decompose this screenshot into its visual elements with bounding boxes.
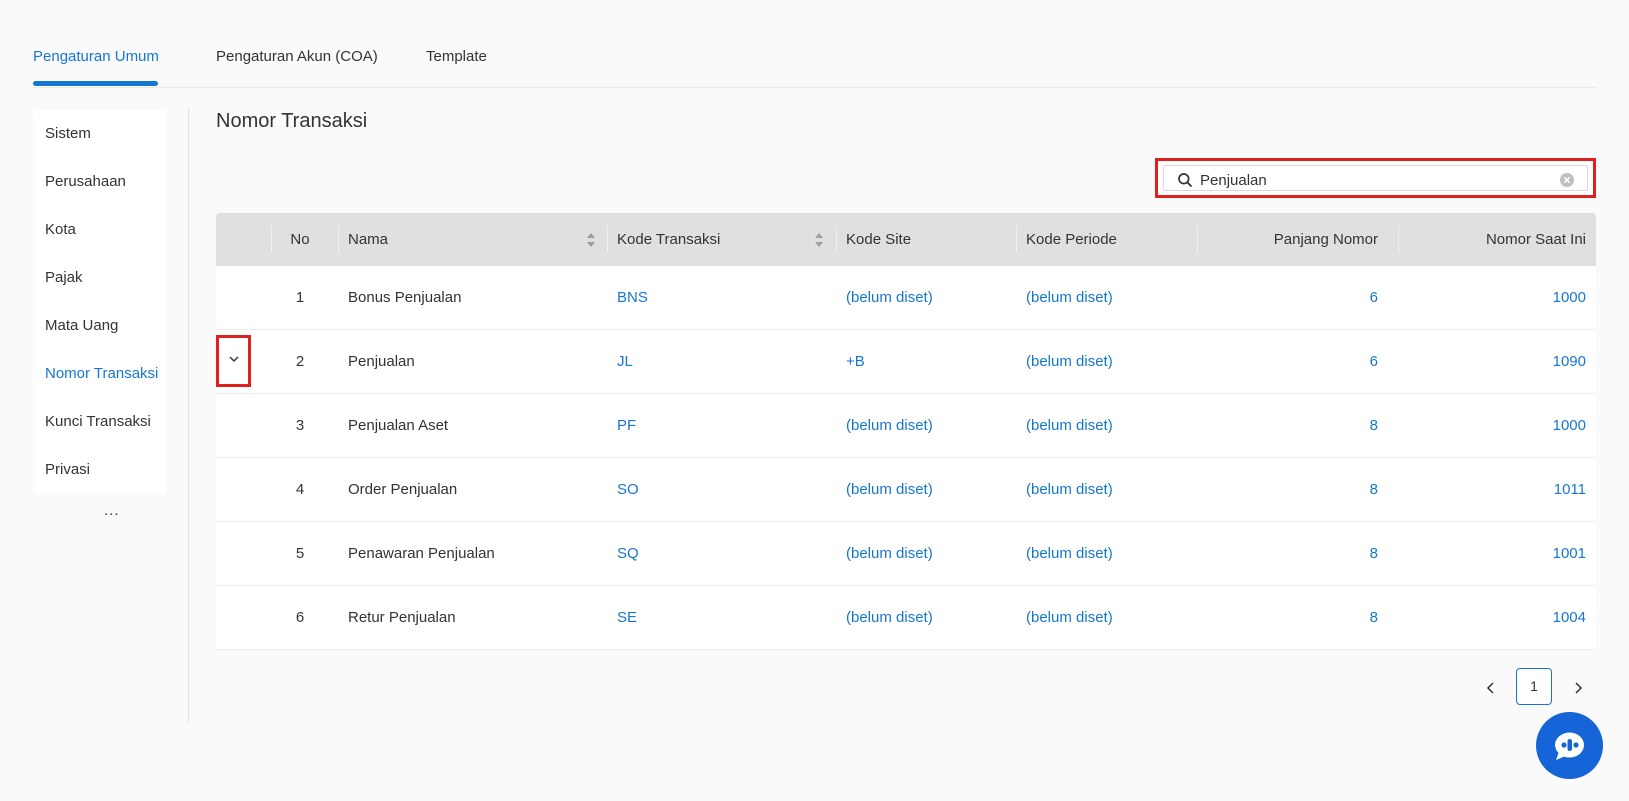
column-header-nomor-saat-ini: Nomor Saat Ini	[1485, 231, 1586, 248]
close-circle-icon[interactable]	[1559, 172, 1575, 188]
cell-kode-periode[interactable]: (belum diset)	[1026, 266, 1113, 330]
search-field[interactable]	[1163, 165, 1588, 191]
cell-kode-transaksi[interactable]: BNS	[617, 266, 648, 330]
side-menu-more[interactable]: ...	[104, 502, 120, 519]
search-icon	[1178, 173, 1192, 187]
column-separator	[338, 226, 339, 253]
cell-no: 1	[295, 289, 305, 306]
cell-nama: Penjualan Aset	[348, 417, 449, 434]
column-header-no: No	[290, 231, 310, 248]
table-row[interactable]: 4 Order Penjualan SO (belum diset) (belu…	[216, 458, 1596, 522]
cell-kode-transaksi[interactable]: JL	[617, 330, 633, 394]
cell-nomor-saat-ini[interactable]: 1090	[1398, 330, 1586, 394]
cell-kode-site[interactable]: (belum diset)	[846, 586, 933, 650]
tab-pengaturan-umum[interactable]: Pengaturan Umum	[33, 48, 159, 65]
cell-panjang-nomor[interactable]: 8	[1197, 522, 1378, 586]
cell-kode-transaksi[interactable]: SQ	[617, 522, 639, 586]
page-title: Nomor Transaksi	[216, 110, 368, 132]
side-item-kota[interactable]: Kota	[45, 221, 76, 238]
cell-nomor-saat-ini[interactable]: 1001	[1398, 522, 1586, 586]
table-header: No Nama Kode Transaksi Kode Site Kode Pe…	[216, 213, 1596, 266]
chat-button[interactable]	[1536, 712, 1603, 779]
cell-no: 5	[295, 545, 305, 562]
cell-nomor-saat-ini[interactable]: 1000	[1398, 266, 1586, 330]
column-separator	[1016, 226, 1017, 253]
cell-nama: Bonus Penjualan	[348, 289, 462, 306]
transaction-number-table: No Nama Kode Transaksi Kode Site Kode Pe…	[216, 213, 1596, 650]
table-row[interactable]: 6 Retur Penjualan SE (belum diset) (belu…	[216, 586, 1596, 650]
column-separator	[836, 226, 837, 253]
cell-panjang-nomor[interactable]: 6	[1197, 266, 1378, 330]
tab-template[interactable]: Template	[426, 48, 487, 65]
table-row[interactable]: 3 Penjualan Aset PF (belum diset) (belum…	[216, 394, 1596, 458]
cell-kode-site[interactable]: +B	[846, 330, 865, 394]
expand-row-button[interactable]	[216, 335, 251, 387]
side-item-mata-uang[interactable]: Mata Uang	[45, 317, 118, 334]
cell-kode-periode[interactable]: (belum diset)	[1026, 522, 1113, 586]
side-item-pajak[interactable]: Pajak	[45, 269, 83, 286]
cell-kode-periode[interactable]: (belum diset)	[1026, 586, 1113, 650]
cell-panjang-nomor[interactable]: 8	[1197, 458, 1378, 522]
sort-icon[interactable]	[586, 231, 596, 249]
chat-bubble-icon	[1555, 732, 1584, 760]
active-tab-indicator	[33, 81, 158, 86]
side-menu: Sistem Perusahaan Kota Pajak Mata Uang N…	[33, 110, 166, 494]
chevron-left-icon[interactable]	[1479, 676, 1503, 700]
cell-no: 6	[295, 609, 305, 626]
cell-nama: Penjualan	[348, 353, 415, 370]
cell-nomor-saat-ini[interactable]: 1000	[1398, 394, 1586, 458]
search-input[interactable]	[1200, 169, 1560, 191]
cell-nama: Order Penjualan	[348, 481, 458, 498]
cell-kode-site[interactable]: (belum diset)	[846, 522, 933, 586]
column-header-panjang-nomor: Panjang Nomor	[1273, 231, 1378, 248]
cell-kode-transaksi[interactable]: SE	[617, 586, 637, 650]
cell-nama: Retur Penjualan	[348, 609, 456, 626]
cell-no: 2	[295, 353, 305, 370]
cell-kode-transaksi[interactable]: PF	[617, 394, 636, 458]
table-row[interactable]: 5 Penawaran Penjualan SQ (belum diset) (…	[216, 522, 1596, 586]
search-highlight	[1155, 158, 1596, 198]
cell-no: 4	[295, 481, 305, 498]
cell-panjang-nomor[interactable]: 8	[1197, 586, 1378, 650]
side-item-perusahaan[interactable]: Perusahaan	[45, 173, 126, 190]
cell-no: 3	[295, 417, 305, 434]
cell-kode-periode[interactable]: (belum diset)	[1026, 458, 1113, 522]
column-header-kode-transaksi[interactable]: Kode Transaksi	[617, 213, 720, 266]
cell-kode-site[interactable]: (belum diset)	[846, 458, 933, 522]
cell-kode-periode[interactable]: (belum diset)	[1026, 330, 1113, 394]
pagination-page-button[interactable]: 1	[1516, 668, 1552, 705]
chevron-right-icon[interactable]	[1566, 676, 1590, 700]
divider	[188, 108, 189, 722]
cell-kode-periode[interactable]: (belum diset)	[1026, 394, 1113, 458]
cell-nomor-saat-ini[interactable]: 1004	[1398, 586, 1586, 650]
cell-panjang-nomor[interactable]: 8	[1197, 394, 1378, 458]
cell-kode-site[interactable]: (belum diset)	[846, 266, 933, 330]
cell-kode-site[interactable]: (belum diset)	[846, 394, 933, 458]
side-item-nomor-transaksi[interactable]: Nomor Transaksi	[45, 365, 158, 382]
table-row[interactable]: 1 Bonus Penjualan BNS (belum diset) (bel…	[216, 266, 1596, 330]
tab-pengaturan-akun-coa[interactable]: Pengaturan Akun (COA)	[216, 48, 378, 65]
side-item-sistem[interactable]: Sistem	[45, 125, 91, 142]
top-tabs: Pengaturan Umum Pengaturan Akun (COA) Te…	[33, 0, 1596, 88]
column-header-kode-periode: Kode Periode	[1026, 231, 1117, 248]
cell-nomor-saat-ini[interactable]: 1011	[1398, 458, 1586, 522]
chevron-down-icon	[229, 356, 239, 362]
side-item-privasi[interactable]: Privasi	[45, 461, 90, 478]
cell-panjang-nomor[interactable]: 6	[1197, 330, 1378, 394]
column-header-kode-site: Kode Site	[846, 231, 912, 248]
column-header-nama[interactable]: Nama	[348, 213, 388, 266]
column-separator	[607, 226, 608, 253]
cell-kode-transaksi[interactable]: SO	[617, 458, 639, 522]
side-item-kunci-transaksi[interactable]: Kunci Transaksi	[45, 413, 151, 430]
sort-icon[interactable]	[814, 231, 824, 249]
cell-nama: Penawaran Penjualan	[348, 545, 495, 562]
table-row[interactable]: 2 Penjualan JL +B (belum diset) 6 1090	[216, 330, 1596, 394]
